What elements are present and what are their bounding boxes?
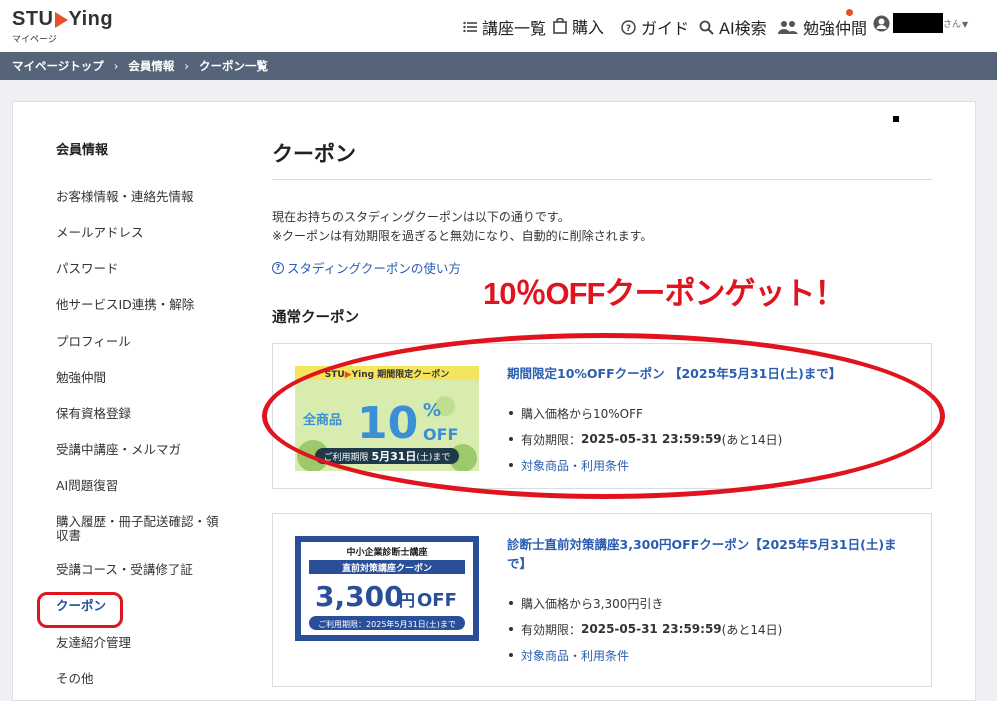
svg-text:中小企業診断士講座: 中小企業診断士講座 <box>346 546 427 558</box>
coupon-banner-3300off[interactable]: 中小企業診断士講座 直前対策講座クーポン 3,300 円 OFF ご利用期限：2… <box>295 536 479 641</box>
play-icon <box>54 11 68 28</box>
user-avatar-icon[interactable] <box>873 15 890 32</box>
user-name-redacted[interactable] <box>893 13 943 33</box>
logo-subtitle: マイページ <box>12 35 57 45</box>
svg-text:ご利用期限：2025年5月31日(土)まで: ご利用期限：2025年5月31日(土)まで <box>318 619 456 629</box>
svg-text:3,300: 3,300 <box>315 580 404 613</box>
notification-dot <box>846 9 853 16</box>
nav-guide[interactable]: ? ガイド <box>621 15 689 39</box>
coupon-card: 中小企業診断士講座 直前対策講座クーポン 3,300 円 OFF ご利用期限：2… <box>272 513 932 687</box>
caret-down-icon: ▼ <box>962 20 969 29</box>
coupon-details: 購入価格から3,300円引き 有効期限： 2025-05-31 23:59:59 … <box>509 590 782 668</box>
list-icon <box>463 21 477 33</box>
nav-label: 勉強仲間 <box>803 19 868 38</box>
sidebar-item-course-completion[interactable]: 受講コース・受講修了証 <box>56 562 226 577</box>
sidebar-item-email[interactable]: メールアドレス <box>56 225 226 240</box>
coupon-discount: 購入価格から3,300円引き <box>509 590 782 616</box>
highlight-rectangle <box>37 592 123 628</box>
expiry-label: 有効期限： <box>521 622 582 637</box>
howto-link-label: スタディングクーポンの使い方 <box>287 261 461 276</box>
expiry-remaining: (あと14日) <box>721 622 783 637</box>
sidebar-item-referral[interactable]: 友達紹介管理 <box>56 635 226 650</box>
nav-label: 購入 <box>572 18 605 37</box>
search-icon <box>699 20 714 35</box>
nav-label: AI検索 <box>719 19 767 38</box>
coupon-expiry: 有効期限： 2025-05-31 23:59:59 (あと14日) <box>509 616 782 642</box>
expiry-date: 2025-05-31 23:59:59 <box>581 622 722 636</box>
promo-annotation: 10％OFFクーポンゲット！ <box>483 276 845 311</box>
site-header: STU Ying マイページ 講座一覧 購入 ? ガイド AI検索 勉強仲間 さん… <box>0 0 997 52</box>
sidebar-item-id-link[interactable]: 他サービスID連携・解除 <box>56 297 226 312</box>
svg-text:OFF: OFF <box>417 590 457 611</box>
discount-text: 購入価格から3,300円引き <box>521 596 664 611</box>
shopping-bag-icon <box>553 18 567 34</box>
sidebar-item-courses-newsletter[interactable]: 受講中講座・メルマガ <box>56 442 226 457</box>
nav-purchase[interactable]: 購入 <box>553 14 604 38</box>
help-circle-icon: ? <box>621 19 636 35</box>
page-title: クーポン <box>272 142 356 166</box>
logo-text-b: Ying <box>68 8 114 30</box>
sidebar-item-profile[interactable]: プロフィール <box>56 334 226 349</box>
breadcrumb-mypage-top[interactable]: マイページトップ <box>12 58 104 74</box>
nav-course-list[interactable]: 講座一覧 <box>463 15 546 39</box>
divider <box>272 179 932 180</box>
sidebar-item-purchase-history[interactable]: 購入履歴・冊子配送確認・領収書 <box>56 514 228 544</box>
logo-text-a: STU <box>12 8 54 30</box>
howto-link[interactable]: ? スタディングクーポンの使い方 <box>272 258 461 277</box>
sidebar-item-study-buddies[interactable]: 勉強仲間 <box>56 370 226 385</box>
sidebar-item-customer-info[interactable]: お客様情報・連絡先情報 <box>56 189 226 204</box>
people-icon <box>778 21 798 34</box>
sidebar-item-password[interactable]: パスワード <box>56 261 226 276</box>
terms-link[interactable]: 対象商品・利用条件 <box>521 647 629 664</box>
breadcrumb-member-info[interactable]: 会員情報 <box>128 58 174 74</box>
highlight-oval <box>262 333 945 499</box>
svg-text:直前対策講座クーポン: 直前対策講座クーポン <box>342 562 432 574</box>
nav-ai-search[interactable]: AI検索 <box>699 15 767 39</box>
coupon-terms[interactable]: 対象商品・利用条件 <box>509 642 782 668</box>
nav-study-buddies[interactable]: 勉強仲間 <box>778 15 867 39</box>
svg-text:?: ? <box>626 24 631 34</box>
help-circle-icon: ? <box>272 261 284 274</box>
user-suffix: さん <box>943 20 962 30</box>
intro-text: 現在お持ちのスタディングクーポンは以下の通りです。 ※クーポンは有効期限を過ぎる… <box>272 208 652 246</box>
breadcrumb-coupon-list: クーポン一覧 <box>199 59 268 73</box>
chevron-right-icon: › <box>184 59 189 73</box>
coupon-title[interactable]: 診断士直前対策講座3,300円OFFクーポン【2025年5月31日(土)まで】 <box>507 535 907 573</box>
stray-mark <box>893 116 899 122</box>
sidebar-item-qualifications[interactable]: 保有資格登録 <box>56 406 226 421</box>
section-title: 通常クーポン <box>272 310 359 326</box>
sidebar-item-other[interactable]: その他 <box>56 671 226 686</box>
sidebar-title: 会員情報 <box>56 143 109 158</box>
intro-line-1: 現在お持ちのスタディングクーポンは以下の通りです。 <box>272 210 570 224</box>
breadcrumb: マイページトップ › 会員情報 › クーポン一覧 <box>0 52 997 80</box>
sidebar-item-ai-review[interactable]: AI問題復習 <box>56 478 226 493</box>
user-menu[interactable]: さん▼ <box>943 17 968 30</box>
nav-label: 講座一覧 <box>482 19 547 38</box>
studying-logo[interactable]: STU Ying マイページ <box>12 8 113 45</box>
chevron-right-icon: › <box>113 59 119 73</box>
intro-line-2: ※クーポンは有効期限を過ぎると無効になり、自動的に削除されます。 <box>272 229 653 243</box>
nav-label: ガイド <box>641 19 690 38</box>
svg-text:円: 円 <box>399 591 415 610</box>
